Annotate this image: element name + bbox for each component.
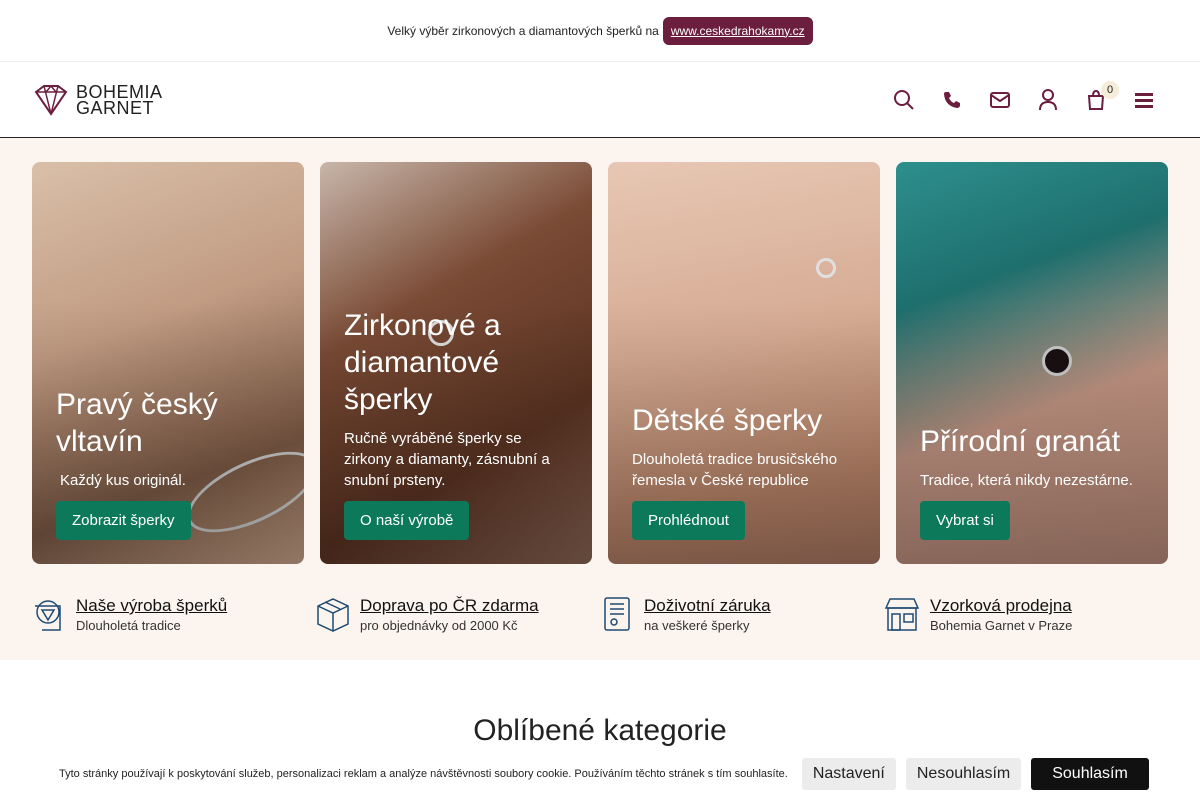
header-actions: 0 — [880, 80, 1168, 120]
store-icon — [884, 598, 920, 631]
feature-subtitle: Bohemia Garnet v Praze — [930, 618, 1073, 633]
card-title: Zirkonové a diamantové šperky — [344, 309, 501, 416]
feature-title: Doživotní záruka — [644, 596, 771, 615]
card-text: Každý kus originál. — [60, 472, 186, 489]
feature-title: Naše výroba šperků — [76, 596, 228, 615]
feature-shipping[interactable]: Doprava po ČR zdarma pro objednávky od 2… — [316, 596, 600, 633]
logo-line-2: GARNET — [76, 97, 155, 118]
promo-cards: Pravý český vltavín Každý kus originál. … — [0, 162, 1200, 564]
search-icon — [894, 89, 914, 110]
mail-icon — [990, 91, 1010, 108]
menu-icon — [1135, 92, 1153, 108]
logo[interactable]: BOHEMIA GARNET — [32, 83, 163, 118]
announcement-text: Velký výběr zirkonových a diamantových š… — [387, 23, 659, 38]
card-title: Pravý český vltavín — [56, 388, 218, 458]
promo-card-zircon[interactable]: Zirkonové a diamantové šperky Ručně vyrá… — [320, 162, 592, 564]
card-text: Dlouholetá tradice brusičského řemesla v… — [632, 451, 838, 489]
top-announcement-bar: Velký výběr zirkonových a diamantových š… — [0, 0, 1200, 62]
email-button[interactable] — [976, 80, 1024, 120]
phone-icon — [944, 91, 960, 108]
card-title: Přírodní granát — [920, 425, 1121, 458]
certificate-icon — [604, 597, 630, 631]
cart-count-badge: 0 — [1101, 80, 1119, 99]
menu-button[interactable] — [1120, 80, 1168, 120]
account-button[interactable] — [1024, 80, 1072, 120]
cart-button[interactable]: 0 — [1072, 80, 1120, 120]
phone-button[interactable] — [928, 80, 976, 120]
feature-subtitle: pro objednávky od 2000 Kč — [360, 618, 518, 633]
box-icon — [317, 598, 349, 632]
production-icon — [35, 600, 61, 631]
feature-title: Doprava po ČR zdarma — [360, 596, 539, 615]
cookie-text: Tyto stránky používají k poskytování slu… — [59, 768, 788, 780]
card-text: Tradice, která nikdy nezestárne. — [920, 472, 1133, 489]
card-text: Ručně vyráběné šperky se zirkony a diama… — [344, 430, 550, 489]
cookie-bar: Tyto stránky používají k poskytování slu… — [0, 750, 1200, 798]
browse-button[interactable]: Prohlédnout — [632, 501, 745, 540]
user-icon — [1039, 88, 1057, 110]
card-title: Dětské šperky — [632, 404, 823, 437]
site-header: BOHEMIA GARNET 0 — [0, 62, 1200, 138]
features-row: Naše výroba šperků Dlouholetá tradice Do… — [0, 596, 1200, 633]
feature-warranty[interactable]: Doživotní záruka na veškeré šperky — [600, 596, 884, 633]
cookie-accept-button[interactable]: Souhlasím — [1031, 758, 1149, 790]
hero-section: Pravý český vltavín Každý kus originál. … — [0, 138, 1200, 660]
cookie-settings-button[interactable]: Nastavení — [801, 758, 896, 790]
about-production-button[interactable]: O naší výrobě — [344, 501, 470, 540]
show-jewelry-button[interactable]: Zobrazit šperky — [56, 501, 191, 540]
promo-card-kids[interactable]: Dětské šperky Dlouholetá tradice brusičs… — [608, 162, 880, 564]
feature-production[interactable]: Naše výroba šperků Dlouholetá tradice — [32, 596, 316, 633]
choose-button[interactable]: Vybrat si — [920, 501, 1010, 540]
promo-card-garnet[interactable]: Přírodní granát Tradice, která nikdy nez… — [896, 162, 1168, 564]
search-button[interactable] — [880, 80, 928, 120]
feature-subtitle: Dlouholetá tradice — [76, 618, 181, 633]
promo-card-vltavin[interactable]: Pravý český vltavín Každý kus originál. … — [32, 162, 304, 564]
feature-title: Vzorková prodejna — [930, 596, 1072, 615]
feature-subtitle: na veškeré šperky — [644, 618, 750, 633]
feature-store[interactable]: Vzorková prodejna Bohemia Garnet v Praze — [884, 596, 1168, 633]
announcement-link[interactable]: www.ceskedrahokamy.cz — [662, 16, 813, 45]
section-title: Oblíbené kategorie — [473, 714, 727, 747]
cookie-decline-button[interactable]: Nesouhlasím — [905, 758, 1022, 790]
diamond-logo-icon — [34, 84, 68, 116]
